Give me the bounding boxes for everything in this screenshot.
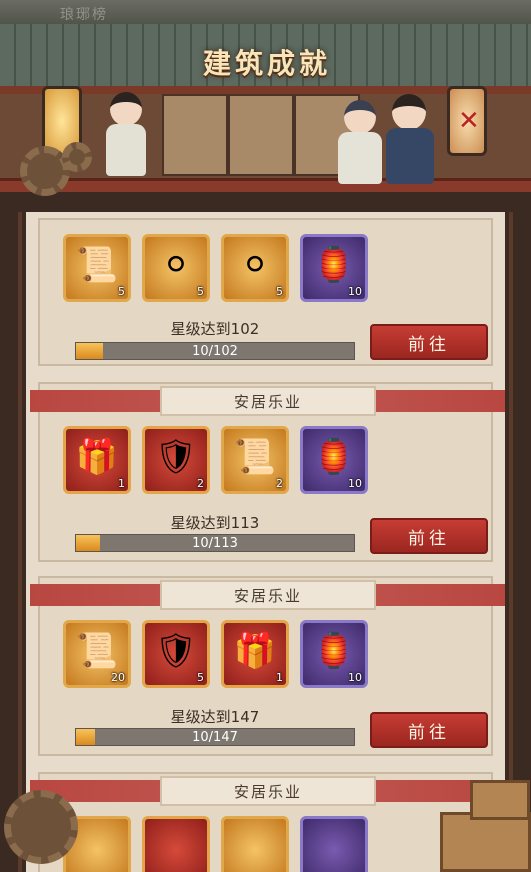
faded-title: 琅琊榜: [60, 7, 108, 23]
header-scene: 琅琊榜 ✕ 建筑成就: [0, 0, 531, 212]
reward-item[interactable]: 🏮 10: [300, 234, 368, 302]
frame-right: [509, 212, 531, 872]
reward-item[interactable]: 📜 5: [63, 234, 131, 302]
crate-icon: [470, 780, 530, 820]
card-title: 安居乐业: [160, 776, 376, 806]
reward-item[interactable]: 📜 2: [221, 426, 289, 494]
reward-item[interactable]: 🛡 2: [142, 426, 210, 494]
reward-item[interactable]: ⚪ 5: [221, 234, 289, 302]
progress-bar: 10/113: [75, 534, 355, 552]
progress-bar: 10/147: [75, 728, 355, 746]
earring-icon: ⚪: [161, 245, 191, 285]
requirement-text: 星级达到113: [170, 514, 260, 532]
gear-icon: [62, 142, 92, 172]
reward-item[interactable]: 🎁 1: [63, 426, 131, 494]
achievement-list[interactable]: 📜 5 ⚪ 5 ⚪ 5 🏮 10 星级达到102 10/102 前往 安居乐业 …: [26, 212, 505, 872]
go-button[interactable]: 前往: [370, 518, 488, 554]
reward-item[interactable]: 🎁 1: [221, 620, 289, 688]
go-button[interactable]: 前往: [370, 324, 488, 360]
achievement-card: 安居乐业 📜 20 🛡 5 🎁 1 🏮 10 星级达到147 10/147 前往: [30, 576, 505, 756]
chariot-icon: 🛡: [154, 631, 198, 671]
reward-item[interactable]: [142, 816, 210, 872]
item-count: 2: [276, 477, 283, 490]
gear-icon: [4, 790, 78, 864]
chariot-icon: 🛡: [154, 437, 198, 477]
reward-item[interactable]: 🛡 5: [142, 620, 210, 688]
treasure-chest-icon: 🎁: [75, 437, 119, 477]
reward-item[interactable]: [221, 816, 289, 872]
close-lantern-button[interactable]: ✕: [447, 86, 487, 156]
earring-icon: ⚪: [240, 245, 270, 285]
pendant-icon: 🏮: [312, 245, 356, 285]
requirement-text: 星级达到102: [170, 320, 260, 338]
frame-left: [0, 212, 22, 872]
progress-label: 10/147: [192, 730, 238, 745]
treasure-chest-icon: 🎁: [233, 631, 277, 671]
achievement-card: 安居乐业 🎁 1 🛡 2 📜 2 🏮 10 星级达到113 10/113 前往: [30, 382, 505, 562]
item-count: 10: [348, 285, 362, 298]
worker-character: [104, 92, 146, 180]
item-count: 1: [276, 671, 283, 684]
reward-item[interactable]: 🏮 10: [300, 620, 368, 688]
item-count: 5: [118, 285, 125, 298]
crate-icon: [440, 812, 531, 872]
item-count: 5: [197, 285, 204, 298]
item-count: 5: [197, 671, 204, 684]
item-count: 1: [118, 477, 125, 490]
achievement-card: 📜 5 ⚪ 5 ⚪ 5 🏮 10 星级达到102 10/102 前往: [38, 218, 493, 366]
achievement-card: 安居乐业: [30, 772, 505, 872]
reward-item[interactable]: [300, 816, 368, 872]
go-button[interactable]: 前往: [370, 712, 488, 748]
item-count: 20: [111, 671, 125, 684]
reward-item[interactable]: ⚪ 5: [142, 234, 210, 302]
progress-bar: 10/102: [75, 342, 355, 360]
couple-characters: [330, 94, 440, 186]
item-count: 10: [348, 671, 362, 684]
scroll-cards-icon: 📜: [75, 631, 119, 671]
scroll-cards-icon: 📜: [75, 245, 119, 285]
item-count: 5: [276, 285, 283, 298]
card-title: 安居乐业: [160, 386, 376, 416]
reward-item[interactable]: 🏮 10: [300, 426, 368, 494]
requirement-text: 星级达到147: [170, 708, 260, 726]
pendant-icon: 🏮: [312, 437, 356, 477]
item-count: 10: [348, 477, 362, 490]
close-icon: ✕: [458, 106, 480, 136]
pendant-icon: 🏮: [312, 631, 356, 671]
item-count: 2: [197, 477, 204, 490]
page-title: 建筑成就: [202, 47, 331, 80]
scroll-icon: 📜: [233, 437, 277, 477]
progress-label: 10/113: [192, 536, 238, 551]
progress-label: 10/102: [192, 344, 238, 359]
card-title: 安居乐业: [160, 580, 376, 610]
reward-item[interactable]: 📜 20: [63, 620, 131, 688]
